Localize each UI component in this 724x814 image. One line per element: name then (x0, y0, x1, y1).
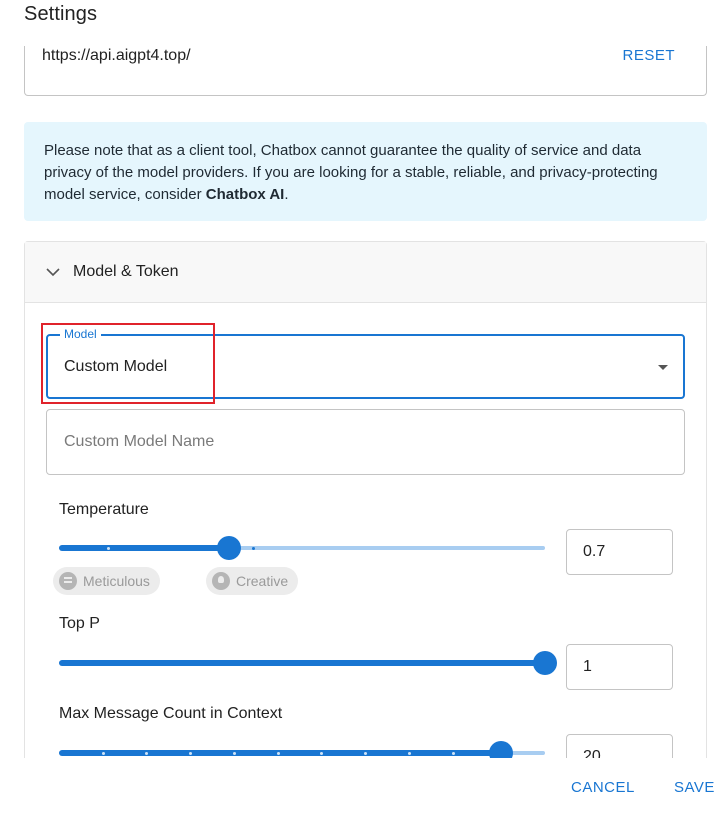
model-select-label: Model (60, 327, 101, 341)
api-host-field[interactable]: https://api.aigpt4.top/ RESET (24, 46, 707, 96)
accordion-header[interactable]: Model & Token (25, 242, 706, 303)
top-p-input[interactable] (566, 644, 673, 690)
custom-model-name-input[interactable] (46, 409, 685, 475)
api-host-value[interactable]: https://api.aigpt4.top/ (42, 47, 191, 65)
chip-label: Creative (236, 573, 289, 589)
slider-mark (101, 752, 105, 755)
max-message-count-slider[interactable] (59, 741, 545, 758)
slider-mark (106, 547, 110, 550)
model-token-accordion: Model & Token Model Custom Model Tempera… (24, 241, 707, 758)
top-p-label: Top P (59, 615, 100, 632)
slider-track (59, 660, 545, 666)
dialog-title: Settings (24, 3, 98, 25)
accordion-title: Model & Token (73, 263, 179, 280)
top-p-slider[interactable] (59, 651, 557, 675)
slider-thumb[interactable] (217, 536, 242, 560)
model-select[interactable]: Model Custom Model (46, 327, 685, 399)
slider-track (59, 545, 230, 551)
slider-mark (407, 752, 411, 755)
provider-notice: Please note that as a client tool, Chatb… (24, 122, 707, 221)
max-message-count-label: Max Message Count in Context (59, 705, 283, 722)
notice-text-end: . (284, 186, 289, 203)
chevron-down-icon (46, 268, 60, 277)
creative-chip[interactable]: Creative (206, 567, 299, 595)
slider-track (59, 750, 502, 756)
chatbox-ai-highlight: Chatbox AI (205, 186, 285, 203)
lightbulb-icon (212, 572, 230, 590)
slider-mark (451, 752, 455, 755)
reset-button[interactable]: RESET (622, 47, 675, 64)
model-select-value: Custom Model (64, 358, 168, 375)
max-message-count-input[interactable] (566, 734, 673, 758)
temperature-label: Temperature (59, 501, 149, 518)
notice-text: Please note that as a client tool, Chatb… (44, 142, 658, 203)
notes-icon (59, 572, 77, 590)
slider-mark (276, 752, 280, 755)
save-button[interactable]: SAVE (674, 779, 715, 796)
chip-label: Meticulous (83, 573, 150, 589)
temperature-input[interactable] (566, 529, 673, 575)
slider-thumb[interactable] (533, 651, 557, 675)
slider-thumb[interactable] (489, 741, 514, 758)
slider-mark (232, 752, 236, 755)
dropdown-arrow-icon (658, 365, 668, 370)
settings-scroll-area[interactable]: https://api.aigpt4.top/ RESET Please not… (0, 46, 724, 758)
temperature-slider[interactable] (59, 536, 545, 560)
cancel-button[interactable]: CANCEL (571, 779, 635, 796)
meticulous-chip[interactable]: Meticulous (53, 567, 160, 595)
